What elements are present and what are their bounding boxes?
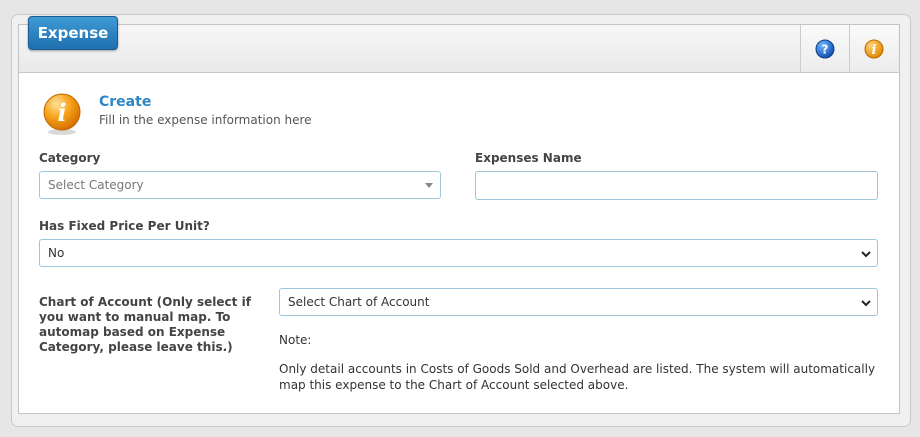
- chart-of-account-select-value: Select Chart of Account: [288, 295, 430, 309]
- expenses-name-label: Expenses Name: [475, 151, 582, 165]
- svg-text:i: i: [872, 43, 877, 58]
- chevron-down-icon: [861, 251, 871, 258]
- info-button[interactable]: i: [849, 25, 898, 72]
- fixed-price-select-value: No: [48, 246, 65, 260]
- svg-text:i: i: [57, 98, 66, 127]
- expenses-name-input[interactable]: [475, 171, 878, 200]
- category-select-value: Select Category: [48, 178, 144, 192]
- category-label: Category: [39, 151, 101, 165]
- info-icon: i: [864, 39, 884, 58]
- chevron-down-icon: [861, 300, 871, 307]
- fixed-price-select[interactable]: No: [39, 239, 878, 267]
- question-icon: ?: [815, 39, 835, 58]
- panel-header: ? i: [19, 25, 899, 73]
- section-subtitle: Fill in the expense information here: [99, 113, 312, 127]
- dropdown-caret-icon: [425, 183, 433, 188]
- note-label: Note:: [279, 333, 312, 347]
- section-title: Create: [99, 94, 152, 110]
- page-badge: Expense: [28, 16, 118, 50]
- help-button[interactable]: ?: [800, 25, 849, 72]
- chart-of-account-select[interactable]: Select Chart of Account: [279, 288, 878, 316]
- note-text: Only detail accounts in Costs of Goods S…: [279, 362, 876, 392]
- category-select[interactable]: Select Category: [39, 171, 441, 199]
- fixed-price-label: Has Fixed Price Per Unit?: [39, 219, 210, 233]
- chart-of-account-label: Chart of Account (Only select if you wan…: [39, 295, 251, 354]
- info-large-icon: i: [43, 93, 81, 135]
- svg-text:?: ?: [822, 42, 829, 56]
